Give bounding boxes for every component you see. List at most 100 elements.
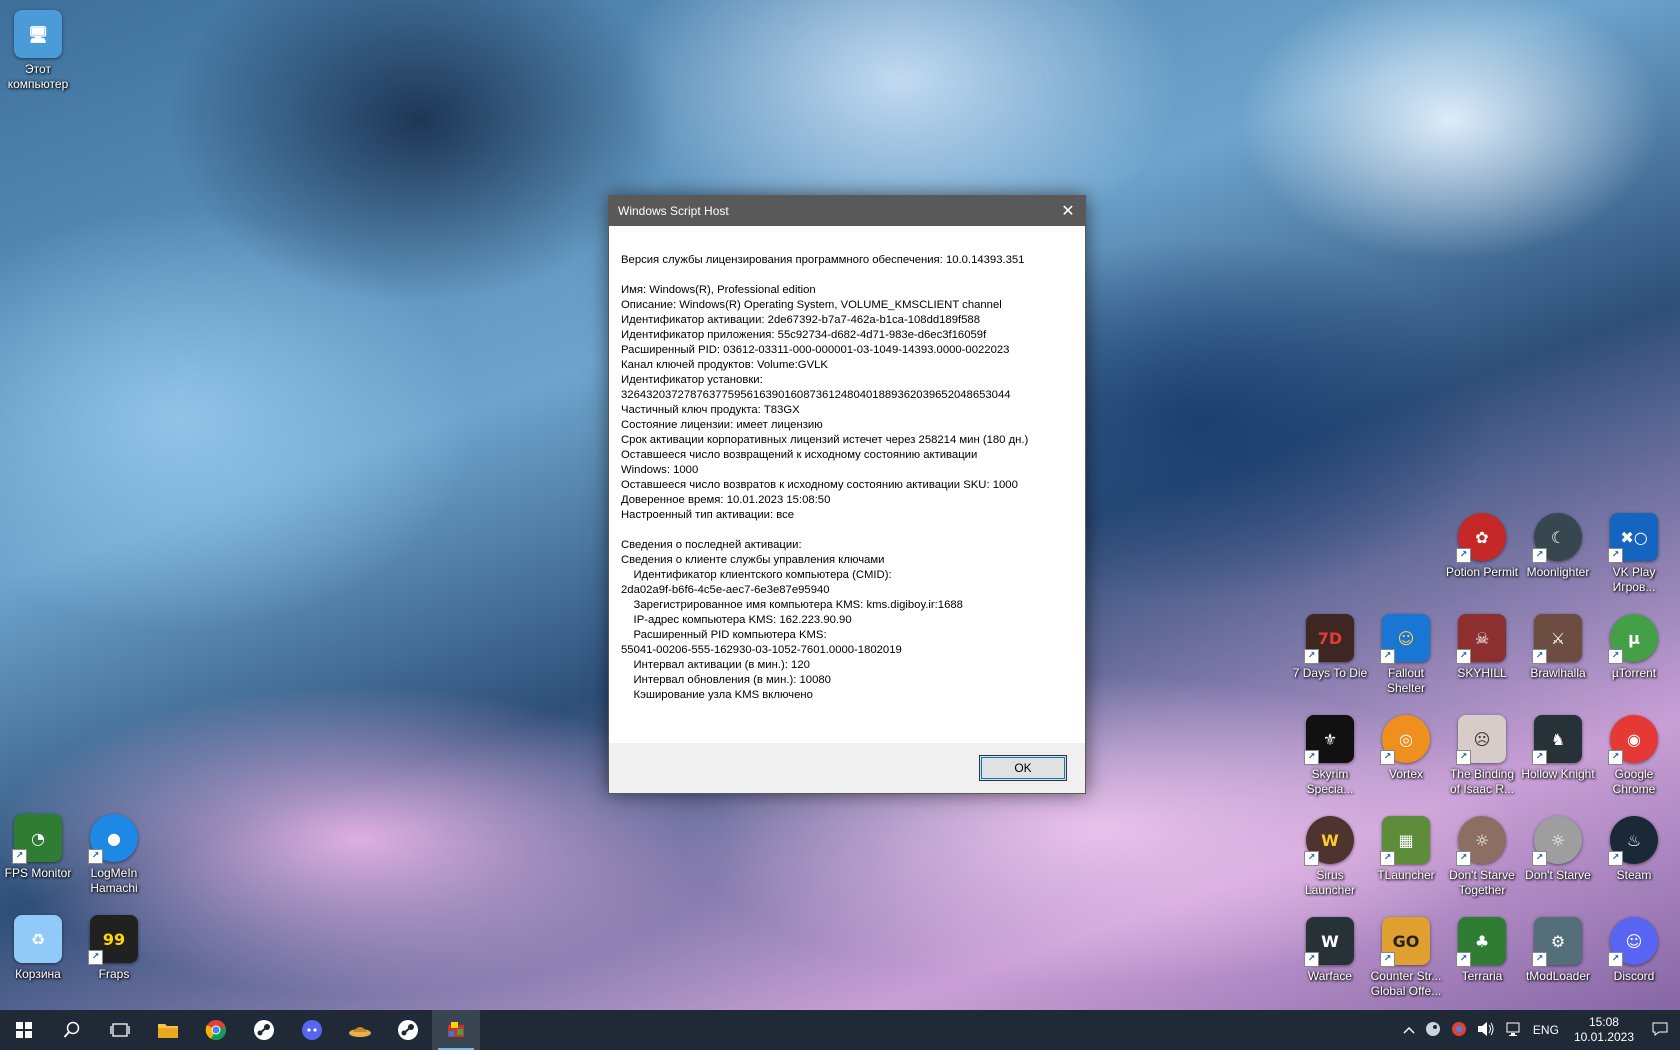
desktop-icon-skyrim[interactable]: ⚜ ↗ Skyrim Specia... xyxy=(1292,715,1368,797)
steam-icon xyxy=(398,1020,418,1040)
desktop-icon-fallout-shelter[interactable]: ☺ ↗ Fallout Shelter xyxy=(1368,614,1444,696)
dialog-line: Зарегистрированное имя компьютера KMS: k… xyxy=(621,599,963,611)
dialog-line: Описание: Windows(R) Operating System, V… xyxy=(621,299,1002,311)
potion-permit-icon: ✿ ↗ xyxy=(1456,513,1506,563)
script-host-icon xyxy=(448,1022,464,1037)
skyrim-icon: ⚜ ↗ xyxy=(1304,715,1354,765)
clock[interactable]: 15:08 10.01.2023 xyxy=(1564,1015,1644,1045)
dialog-line: Канал ключей продуктов: Volume:GVLK xyxy=(621,359,828,371)
desktop-icon-dont-starve[interactable]: ☼ ↗ Don't Starve xyxy=(1520,816,1596,883)
tray-steam-icon[interactable] xyxy=(1420,1021,1446,1040)
desktop-icon-hollow-knight[interactable]: ♞ ↗ Hollow Knight xyxy=(1520,715,1596,782)
language-indicator[interactable]: ENG xyxy=(1528,1023,1564,1037)
moonlighter-icon: ☾ ↗ xyxy=(1532,513,1582,563)
dialog-line: Частичный ключ продукта: T83GX xyxy=(621,404,800,416)
desktop-icon-hamachi[interactable]: ● ↗ LogMeIn Hamachi xyxy=(76,814,152,896)
folder-icon xyxy=(158,1024,178,1038)
dont-starve-together-icon: ☼ ↗ xyxy=(1456,816,1506,866)
terraria-icon: ♣ ↗ xyxy=(1456,917,1506,967)
search-button[interactable] xyxy=(48,1010,96,1050)
dialog-line: Версия службы лицензирования программног… xyxy=(621,254,1025,266)
dialog-line: Расширенный PID компьютера KMS: xyxy=(621,629,827,641)
counter-strike-icon: GO ↗ xyxy=(1380,917,1430,967)
dialog-line: Срок активации корпоративных лицензий ис… xyxy=(621,434,1029,446)
clock-date: 10.01.2023 xyxy=(1573,1030,1634,1044)
desktop-icon-recycle-bin[interactable]: ♻ Корзина xyxy=(0,915,76,982)
dialog-line: Состояние лицензии: имеет лицензию xyxy=(621,419,823,431)
skyhill-icon: ☠ ↗ xyxy=(1456,614,1506,664)
tray-overflow-chevron-icon[interactable] xyxy=(1398,1023,1420,1037)
fraps-icon: 99 ↗ xyxy=(88,915,138,965)
dialog-line: Интервал обновления (в мин.): 10080 xyxy=(621,674,831,686)
close-icon[interactable]: ✕ xyxy=(1051,196,1085,226)
desktop-icon-utorrent[interactable]: µ ↗ µTorrent xyxy=(1596,614,1672,681)
dialog-line: 2da02a9f-b6f6-4c5e-aec7-6e3e87e95940 xyxy=(621,584,830,596)
desktop-icon-brawlhalla[interactable]: ⚔ ↗ Brawlhalla xyxy=(1520,614,1596,681)
tray-chrome-icon[interactable] xyxy=(1446,1021,1472,1040)
dialog-line xyxy=(621,523,1073,538)
volume-icon[interactable] xyxy=(1472,1021,1500,1040)
chrome-icon xyxy=(205,1020,226,1041)
notification-center-icon[interactable] xyxy=(1644,1021,1680,1040)
hat-app-icon xyxy=(349,1027,371,1037)
desktop-icon-vk-play[interactable]: ✖○ ↗ VK Play Игров... xyxy=(1596,513,1672,595)
taskbar-script-host[interactable] xyxy=(432,1010,480,1050)
dialog-line: Имя: Windows(R), Professional edition xyxy=(621,284,816,296)
hollow-knight-icon: ♞ ↗ xyxy=(1532,715,1582,765)
task-view-button[interactable] xyxy=(96,1010,144,1050)
taskbar-steam-2[interactable] xyxy=(384,1010,432,1050)
dialog-line: Кэширование узла KMS включено xyxy=(621,689,813,701)
start-button[interactable] xyxy=(0,1010,48,1050)
sirus-icon: W ↗ xyxy=(1304,816,1354,866)
discord-icon: ☺ ↗ xyxy=(1608,917,1658,967)
desktop-icon-warface[interactable]: W ↗ Warface xyxy=(1292,917,1368,984)
dialog-line: Идентификатор клиентского компьютера (CM… xyxy=(621,569,892,581)
warface-icon: W ↗ xyxy=(1304,917,1354,967)
desktop-icon-tmodloader[interactable]: ⚙ ↗ tModLoader xyxy=(1520,917,1596,984)
dialog-line: 55041-00206-555-162930-03-1052-7601.0000… xyxy=(621,644,902,656)
desktop-icon-google-chrome[interactable]: ◉ ↗ Google Chrome xyxy=(1596,715,1672,797)
tlauncher-icon: ▦ ↗ xyxy=(1380,816,1430,866)
desktop-icon-skyhill[interactable]: ☠ ↗ SKYHILL xyxy=(1444,614,1520,681)
desktop-icon-steam[interactable]: ♨ ↗ Steam xyxy=(1596,816,1672,883)
desktop-icon-tlauncher[interactable]: ▦ ↗ TLauncher xyxy=(1368,816,1444,883)
desktop-icon-moonlighter[interactable]: ☾ ↗ Moonlighter xyxy=(1520,513,1596,580)
desktop-icon-counter-strike[interactable]: GO ↗ Counter Str... Global Offe... xyxy=(1368,917,1444,999)
search-icon xyxy=(63,1021,80,1038)
script-host-dialog: Windows Script Host ✕ Версия службы лице… xyxy=(608,195,1086,794)
dialog-line: Сведения о клиенте службы управления клю… xyxy=(621,554,885,566)
dialog-line: Идентификатор приложения: 55c92734-d682-… xyxy=(621,329,987,341)
dialog-line xyxy=(621,268,1073,283)
network-icon[interactable] xyxy=(1500,1021,1528,1040)
discord-icon xyxy=(302,1020,322,1040)
ok-button[interactable]: OK xyxy=(979,755,1067,781)
desktop-icon-vortex[interactable]: ◎ ↗ Vortex xyxy=(1368,715,1444,782)
taskbar-hat-app[interactable] xyxy=(336,1010,384,1050)
desktop-icon-binding-of-isaac[interactable]: ☹ ↗ The Binding of Isaac R... xyxy=(1444,715,1520,797)
dialog-line: Windows: 1000 xyxy=(621,464,699,476)
desktop-icon-terraria[interactable]: ♣ ↗ Terraria xyxy=(1444,917,1520,984)
taskbar-discord[interactable] xyxy=(288,1010,336,1050)
dialog-titlebar[interactable]: Windows Script Host ✕ xyxy=(609,196,1085,226)
desktop-icon-fps-monitor[interactable]: ◔ ↗ FPS Monitor xyxy=(0,814,76,881)
desktop-icon-dont-starve-together[interactable]: ☼ ↗ Don't Starve Together xyxy=(1444,816,1520,898)
steam-icon xyxy=(254,1020,274,1040)
dialog-line: Доверенное время: 10.01.2023 15:08:50 xyxy=(621,494,831,506)
taskbar-steam[interactable] xyxy=(240,1010,288,1050)
dialog-line: Интервал активации (в мин.): 120 xyxy=(621,659,810,671)
desktop-icon-fraps[interactable]: 99 ↗ Fraps xyxy=(76,915,152,982)
vk-play-icon: ✖○ ↗ xyxy=(1608,513,1658,563)
desktop-icon-discord[interactable]: ☺ ↗ Discord xyxy=(1596,917,1672,984)
dialog-footer: OK xyxy=(609,743,1085,793)
desktop-icon-sirus[interactable]: W ↗ Sirus Launcher xyxy=(1292,816,1368,898)
desktop-icon-7-days-to-die[interactable]: 7D ↗ 7 Days To Die xyxy=(1292,614,1368,681)
dialog-message: Версия службы лицензирования программног… xyxy=(609,226,1085,721)
dialog-line: IP-адрес компьютера KMS: 162.223.90.90 xyxy=(621,614,852,626)
desktop-icon-potion-permit[interactable]: ✿ ↗ Potion Permit xyxy=(1444,513,1520,580)
system-tray: ENG 15:08 10.01.2023 xyxy=(1398,1010,1680,1050)
taskbar-file-explorer[interactable] xyxy=(144,1010,192,1050)
taskbar-chrome[interactable] xyxy=(192,1010,240,1050)
desktop-icon-this-pc[interactable]: 🖥 Этот компьютер xyxy=(0,10,76,92)
tmodloader-icon: ⚙ ↗ xyxy=(1532,917,1582,967)
dialog-line: Сведения о последней активации: xyxy=(621,539,802,551)
